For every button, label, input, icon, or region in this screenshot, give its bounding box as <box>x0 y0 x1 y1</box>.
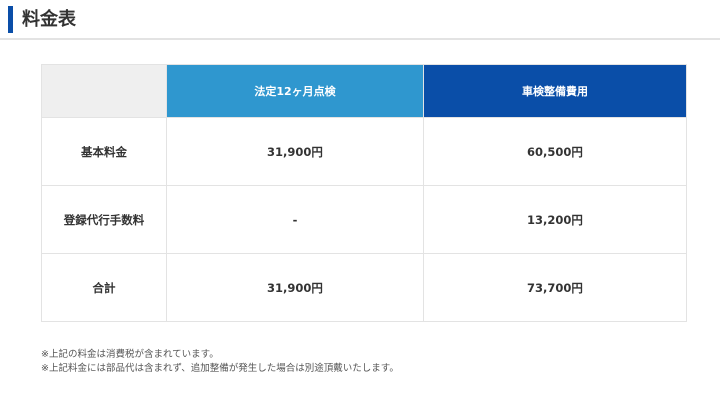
row-label-basic-fee: 基本料金 <box>41 117 167 186</box>
footnote-tax: ※上記の料金は消費税が含まれています。 <box>41 349 219 360</box>
column-header-periodic-inspection: 法定12ヶ月点検 <box>166 64 424 118</box>
table-row: 登録代行手数料 - 13,200円 <box>41 185 687 254</box>
table-corner-cell <box>41 64 167 118</box>
table-row: 合計 31,900円 73,700円 <box>41 253 687 322</box>
table-cell: 31,900円 <box>166 117 424 186</box>
section-header: 料金表 <box>0 0 720 40</box>
table-cell: 13,200円 <box>423 185 687 254</box>
footnote-parts: ※上記料金には部品代は含まれず、追加整備が発生した場合は別途頂戴いたします。 <box>41 363 399 374</box>
table-cell: 73,700円 <box>423 253 687 322</box>
table-cell: 31,900円 <box>166 253 424 322</box>
table-cell: 60,500円 <box>423 117 687 186</box>
price-table: 法定12ヶ月点検 車検整備費用 基本料金 31,900円 60,500円 登録代… <box>41 64 687 322</box>
row-label-total: 合計 <box>41 253 167 322</box>
table-cell: - <box>166 185 424 254</box>
footnotes: ※上記の料金は消費税が含まれています。 ※上記料金には部品代は含まれず、追加整備… <box>41 348 399 376</box>
table-header-row: 法定12ヶ月点検 車検整備費用 <box>41 64 687 118</box>
header-accent-bar <box>8 6 13 33</box>
page-title: 料金表 <box>22 9 76 30</box>
table-row: 基本料金 31,900円 60,500円 <box>41 117 687 186</box>
column-header-shaken-maintenance: 車検整備費用 <box>423 64 687 118</box>
row-label-registration-fee: 登録代行手数料 <box>41 185 167 254</box>
